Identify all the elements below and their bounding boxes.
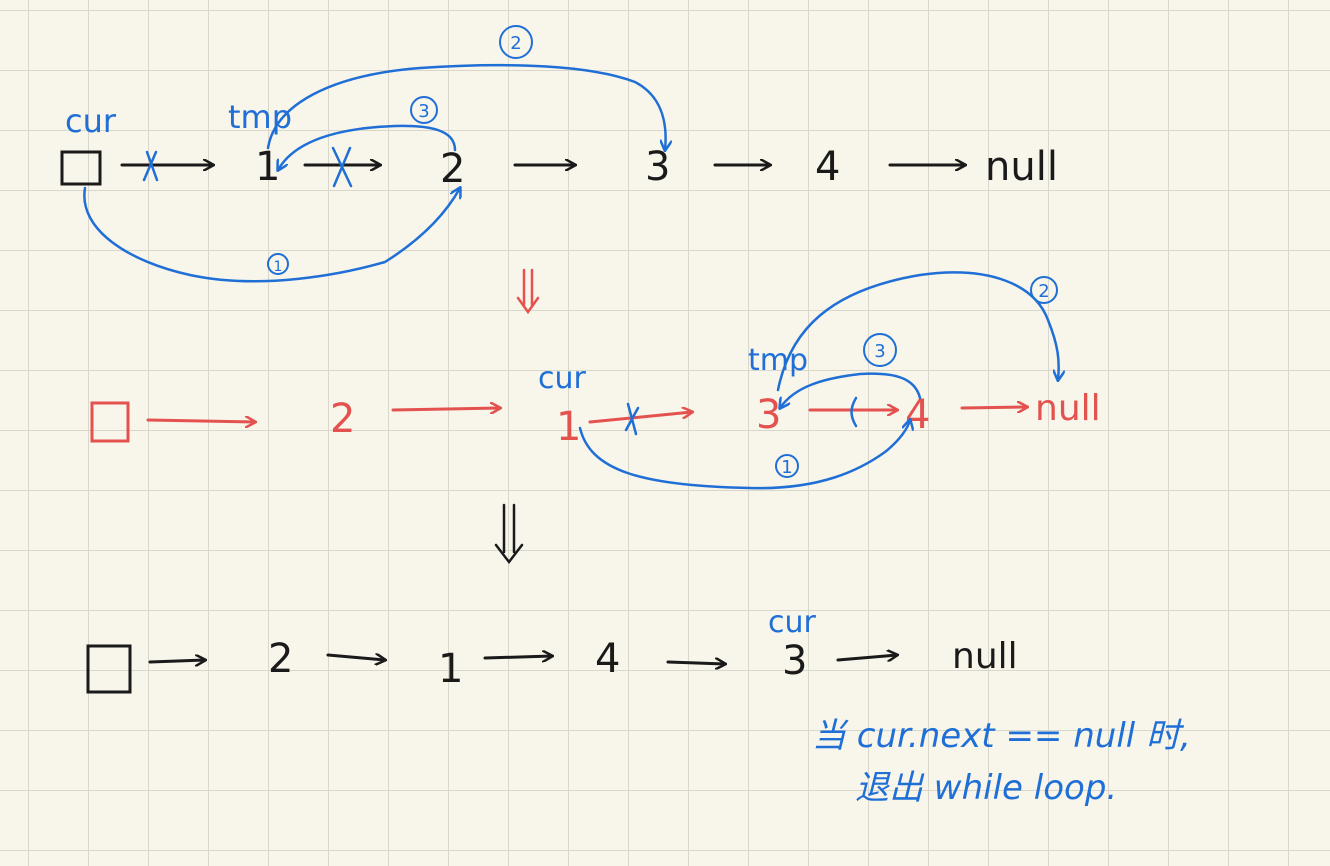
row1-dummy-node bbox=[60, 150, 102, 186]
row1-cross-mark-2 bbox=[331, 146, 353, 188]
row2-arrow-1-3 bbox=[588, 412, 692, 424]
row3-node-3: 3 bbox=[782, 638, 807, 684]
row2-arrow-2-1 bbox=[391, 408, 500, 410]
row3-node-1: 1 bbox=[438, 646, 463, 692]
row2-node-null: null bbox=[1035, 388, 1101, 429]
row1-node-2: 2 bbox=[440, 146, 465, 192]
row2-node-2: 2 bbox=[330, 396, 355, 442]
row3-cur-label: cur bbox=[768, 605, 817, 640]
exit-condition-note-line1: 当 cur.next == null 时, bbox=[812, 716, 1191, 756]
row1-node-4: 4 bbox=[815, 144, 840, 190]
row3-node-4: 4 bbox=[595, 636, 620, 682]
row3-node-2: 2 bbox=[268, 636, 293, 682]
row3-arrow-1-4 bbox=[483, 656, 552, 658]
row3-node-null: null bbox=[952, 636, 1018, 677]
row2-step2-arrow bbox=[776, 271, 1059, 392]
row3-arrow-3-null bbox=[836, 655, 897, 660]
row2-step-label-3: 3 bbox=[874, 341, 885, 362]
row2-step-label-2: 2 bbox=[1038, 281, 1049, 302]
row1-step-label-2: 2 bbox=[510, 33, 521, 54]
row2-node-4: 4 bbox=[905, 392, 930, 438]
row2-node-1: 1 bbox=[556, 404, 581, 450]
row1-node-1: 1 bbox=[255, 144, 280, 190]
row1-tmp-label: tmp bbox=[228, 98, 292, 136]
row1-step3-arrow bbox=[278, 124, 457, 170]
row2-step1-arrow bbox=[578, 420, 910, 490]
row1-node-3: 3 bbox=[645, 144, 670, 190]
row1-cur-label: cur bbox=[65, 102, 117, 140]
row3-arrow-4-3 bbox=[666, 662, 725, 664]
row1-step2-arrow bbox=[266, 63, 666, 150]
row1-node-null: null bbox=[985, 144, 1058, 190]
row1-step1-arrow bbox=[83, 188, 460, 283]
row2-cur-label: cur bbox=[538, 361, 587, 396]
transition-arrow-1 bbox=[516, 268, 540, 315]
row2-node-3: 3 bbox=[756, 392, 781, 438]
exit-condition-note-line2: 退出 while loop. bbox=[855, 768, 1118, 808]
row2-tmp-label: tmp bbox=[748, 343, 808, 378]
row1-step-label-3: 3 bbox=[418, 101, 429, 122]
row3-arrow-dummy-2 bbox=[148, 660, 205, 662]
row1-step-label-1: 1 bbox=[274, 259, 283, 275]
row2-step3-arrow bbox=[780, 372, 922, 408]
row3-arrow-2-1 bbox=[326, 655, 385, 660]
row3-dummy-node bbox=[86, 644, 132, 694]
row2-arrow-dummy-2 bbox=[146, 420, 255, 422]
row2-step-label-1: 1 bbox=[781, 457, 792, 478]
row2-arrow-4-null bbox=[960, 407, 1027, 408]
row2-dummy-node bbox=[90, 401, 130, 443]
transition-arrow-2 bbox=[494, 503, 524, 565]
row2-cross-mark-2 bbox=[850, 396, 858, 428]
